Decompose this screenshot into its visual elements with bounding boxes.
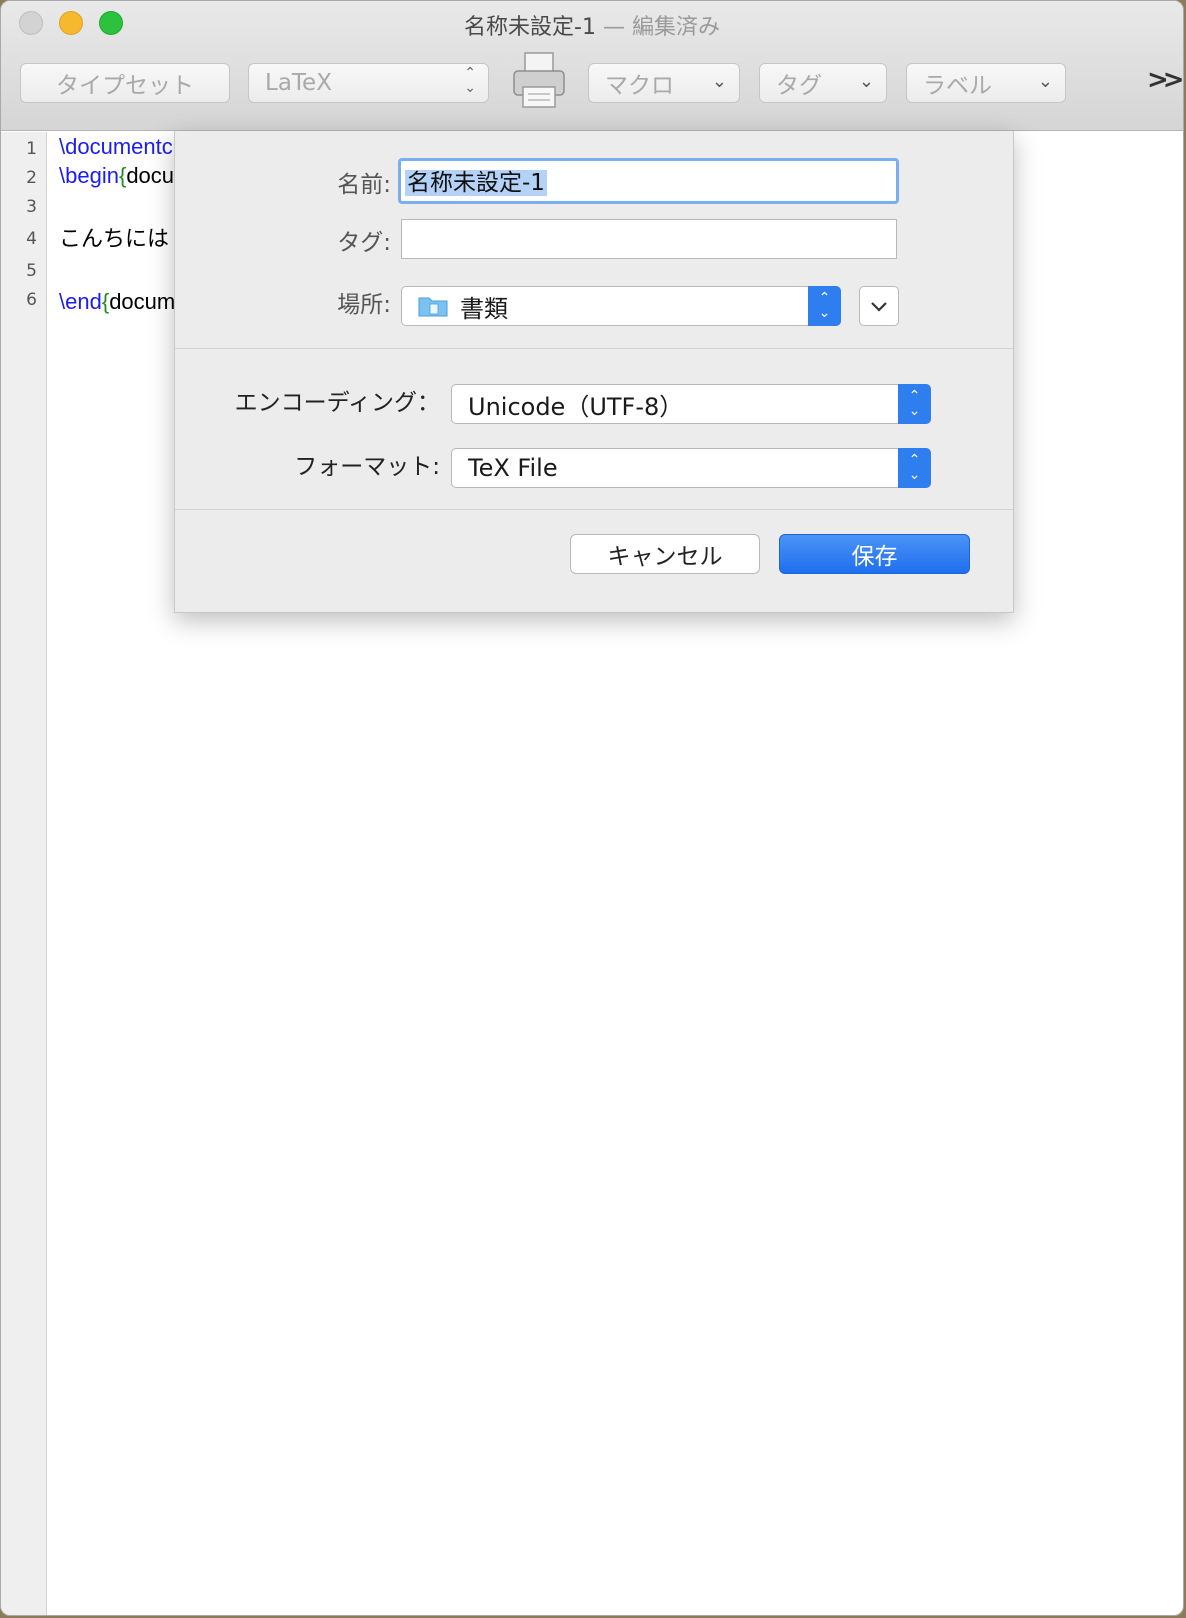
toolbar-overflow-button[interactable]: >> <box>1147 65 1183 95</box>
chevron-down-icon <box>871 302 887 312</box>
macro-menu-label: マクロ <box>605 73 674 99</box>
format-value: TeX File <box>468 454 558 482</box>
cancel-button[interactable]: キャンセル <box>570 534 760 574</box>
filename-input[interactable]: 名称未設定-1 <box>398 158 899 204</box>
updown-icon: ⌃ ⌄ <box>808 286 841 326</box>
code-text: docum <box>109 289 176 314</box>
tag-menu[interactable]: タグ ⌄ <box>759 63 887 103</box>
encoding-popup[interactable]: Unicode（UTF-8） ⌃ ⌄ <box>451 384 931 424</box>
location-value: 書類 <box>460 294 508 323</box>
save-dialog: 名前: 名称未設定-1 タグ: 場所: 書類 ⌃ ⌄ エンコーディング： Unic… <box>174 131 1014 613</box>
encoding-value: Unicode（UTF-8） <box>468 392 684 421</box>
latex-command: \begin <box>59 163 119 188</box>
window-title: 名称未設定-1 — 編集済み <box>1 9 1183 41</box>
line-number: 3 <box>26 197 37 217</box>
cancel-button-label: キャンセル <box>607 544 723 570</box>
code-line[interactable]: \documentc <box>59 134 173 160</box>
line-number: 5 <box>26 261 37 281</box>
line-number: 4 <box>26 229 37 249</box>
encoding-label: エンコーディング： <box>234 390 440 416</box>
location-popup[interactable]: 書類 ⌃ ⌄ <box>401 286 841 326</box>
updown-icon: ⌃ ⌄ <box>464 65 476 96</box>
divider <box>175 509 1013 510</box>
line-number-gutter: 1 2 3 4 5 6 <box>1 132 47 1615</box>
code-line[interactable]: こんちには <box>59 221 169 253</box>
engine-popup-value: LaTeX <box>265 70 332 96</box>
line-number: 2 <box>26 168 37 188</box>
printer-icon[interactable] <box>511 51 567 111</box>
divider <box>175 348 1013 349</box>
code-text: こんちには <box>59 226 170 251</box>
updown-icon: ⌃ ⌄ <box>898 448 931 488</box>
overflow-chevrons-icon: >> <box>1147 65 1183 95</box>
tag-menu-label: タグ <box>776 73 822 99</box>
chevron-down-icon: ⌄ <box>1037 71 1053 92</box>
engine-popup[interactable]: LaTeX ⌃ ⌄ <box>248 63 489 103</box>
line-number: 6 <box>26 290 37 310</box>
typeset-button-label: タイプセット <box>56 73 194 99</box>
format-label: フォーマット: <box>294 454 440 480</box>
filename-selected-text: 名称未設定-1 <box>405 170 547 196</box>
document-name: 名称未設定-1 <box>464 15 596 40</box>
label-menu[interactable]: ラベル ⌄ <box>906 63 1066 103</box>
expand-dialog-button[interactable] <box>859 286 899 326</box>
edited-status: — 編集済み <box>595 15 720 40</box>
code-text: docu <box>126 163 175 188</box>
macro-menu[interactable]: マクロ ⌄ <box>588 63 740 103</box>
code-line[interactable]: \begin{docu <box>59 163 174 189</box>
title-bar: 名称未設定-1 — 編集済み タイプセット LaTeX ⌃ ⌄ マクロ ⌄ タグ … <box>1 1 1183 131</box>
format-popup[interactable]: TeX File ⌃ ⌄ <box>451 448 931 488</box>
chevron-down-icon: ⌄ <box>858 71 874 92</box>
typeset-button[interactable]: タイプセット <box>20 63 230 103</box>
label-menu-label: ラベル <box>923 73 992 99</box>
latex-command: \end <box>59 289 102 314</box>
line-number: 1 <box>26 139 37 159</box>
location-label: 場所: <box>337 292 391 318</box>
editor-window: 名称未設定-1 — 編集済み タイプセット LaTeX ⌃ ⌄ マクロ ⌄ タグ … <box>0 0 1184 1616</box>
latex-command: \documentc <box>59 134 173 159</box>
tags-label: タグ: <box>337 230 391 256</box>
updown-icon: ⌃ ⌄ <box>898 384 931 424</box>
save-button-label: 保存 <box>851 544 898 570</box>
folder-icon <box>418 297 448 317</box>
save-button[interactable]: 保存 <box>779 534 970 574</box>
code-line[interactable]: \end{docum <box>59 289 175 315</box>
name-label: 名前: <box>337 172 391 198</box>
chevron-down-icon: ⌄ <box>711 71 727 92</box>
tags-input[interactable] <box>401 219 897 259</box>
